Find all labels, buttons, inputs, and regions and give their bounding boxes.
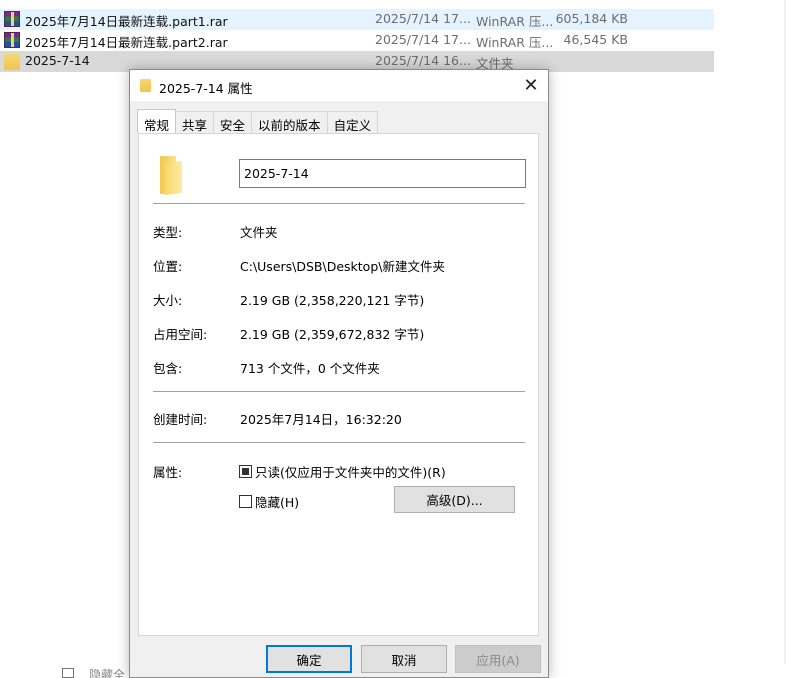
file-size: 605,184 KB [555, 11, 628, 26]
size-label: 大小: [153, 293, 183, 308]
file-size: 46,545 KB [563, 32, 628, 47]
winrar-archive-icon [4, 11, 20, 27]
readonly-label: 只读(仅应用于文件夹中的文件)(R) [255, 465, 446, 480]
folder-name-input[interactable] [239, 159, 526, 188]
created-value: 2025年7月14日，16:32:20 [240, 412, 402, 427]
general-panel: 类型: 文件夹 位置: C:\Users\DSB\Desktop\新建文件夹 大… [138, 133, 539, 636]
file-date: 2025/7/14 16... [375, 53, 471, 68]
advanced-button[interactable]: 高级(D)... [394, 486, 515, 513]
folder-icon [160, 156, 182, 196]
folder-icon [4, 54, 20, 70]
tab-previous-versions[interactable]: 以前的版本 [251, 111, 328, 133]
attributes-label: 属性: [153, 465, 183, 480]
apply-button[interactable]: 应用(A) [455, 645, 541, 673]
dialog-titlebar[interactable]: 2025-7-14 属性 ✕ [130, 70, 548, 101]
readonly-checkbox-row[interactable]: 只读(仅应用于文件夹中的文件)(R) [239, 462, 446, 481]
location-value: C:\Users\DSB\Desktop\新建文件夹 [240, 259, 445, 274]
hide-label: 隐藏全 [89, 668, 126, 678]
readonly-checkbox[interactable] [239, 465, 252, 478]
file-type: WinRAR 压... [476, 35, 554, 50]
tab-customize[interactable]: 自定义 [326, 111, 379, 133]
separator [153, 442, 525, 443]
type-label: 类型: [153, 225, 183, 240]
dialog-title: 2025-7-14 属性 [159, 81, 253, 96]
hidden-checkbox[interactable] [239, 495, 252, 508]
tab-security[interactable]: 安全 [213, 111, 253, 133]
tab-strip: 常规 共享 安全 以前的版本 自定义 [137, 109, 379, 133]
file-row-part1[interactable]: 2025年7月14日最新连载.part1.rar 2025/7/14 17...… [0, 9, 714, 30]
folder-icon [140, 79, 151, 92]
location-label: 位置: [153, 259, 183, 274]
tab-sharing[interactable]: 共享 [175, 111, 215, 133]
file-name: 2025-7-14 [25, 53, 90, 68]
winrar-archive-icon [4, 32, 20, 48]
file-date: 2025/7/14 17... [375, 32, 471, 47]
hidden-checkbox-row[interactable]: 隐藏(H) [239, 492, 299, 511]
properties-dialog: 2025-7-14 属性 ✕ 常规 共享 安全 以前的版本 自定义 类型: 文件… [129, 69, 549, 678]
file-date: 2025/7/14 17... [375, 11, 471, 26]
separator [153, 391, 525, 392]
contains-value: 713 个文件，0 个文件夹 [240, 361, 380, 376]
tab-general[interactable]: 常规 [137, 109, 177, 133]
close-button[interactable]: ✕ [514, 70, 548, 101]
ok-button[interactable]: 确定 [266, 645, 352, 673]
type-value: 文件夹 [240, 225, 278, 240]
hidden-label: 隐藏(H) [255, 495, 300, 510]
separator [153, 203, 525, 204]
file-type: WinRAR 压... [476, 14, 554, 29]
contains-label: 包含: [153, 361, 183, 376]
size-value: 2.19 GB (2,358,220,121 字节) [240, 293, 425, 308]
created-label: 创建时间: [153, 412, 208, 427]
file-name: 2025年7月14日最新连载.part2.rar [25, 35, 228, 50]
hide-icon [62, 668, 74, 678]
size-on-disk-value: 2.19 GB (2,359,672,832 字节) [240, 327, 425, 342]
file-row-part2[interactable]: 2025年7月14日最新连载.part2.rar 2025/7/14 17...… [0, 30, 714, 51]
file-name: 2025年7月14日最新连载.part1.rar [25, 14, 228, 29]
close-icon: ✕ [523, 75, 539, 96]
cancel-button[interactable]: 取消 [361, 645, 447, 673]
size-on-disk-label: 占用空间: [153, 327, 208, 342]
